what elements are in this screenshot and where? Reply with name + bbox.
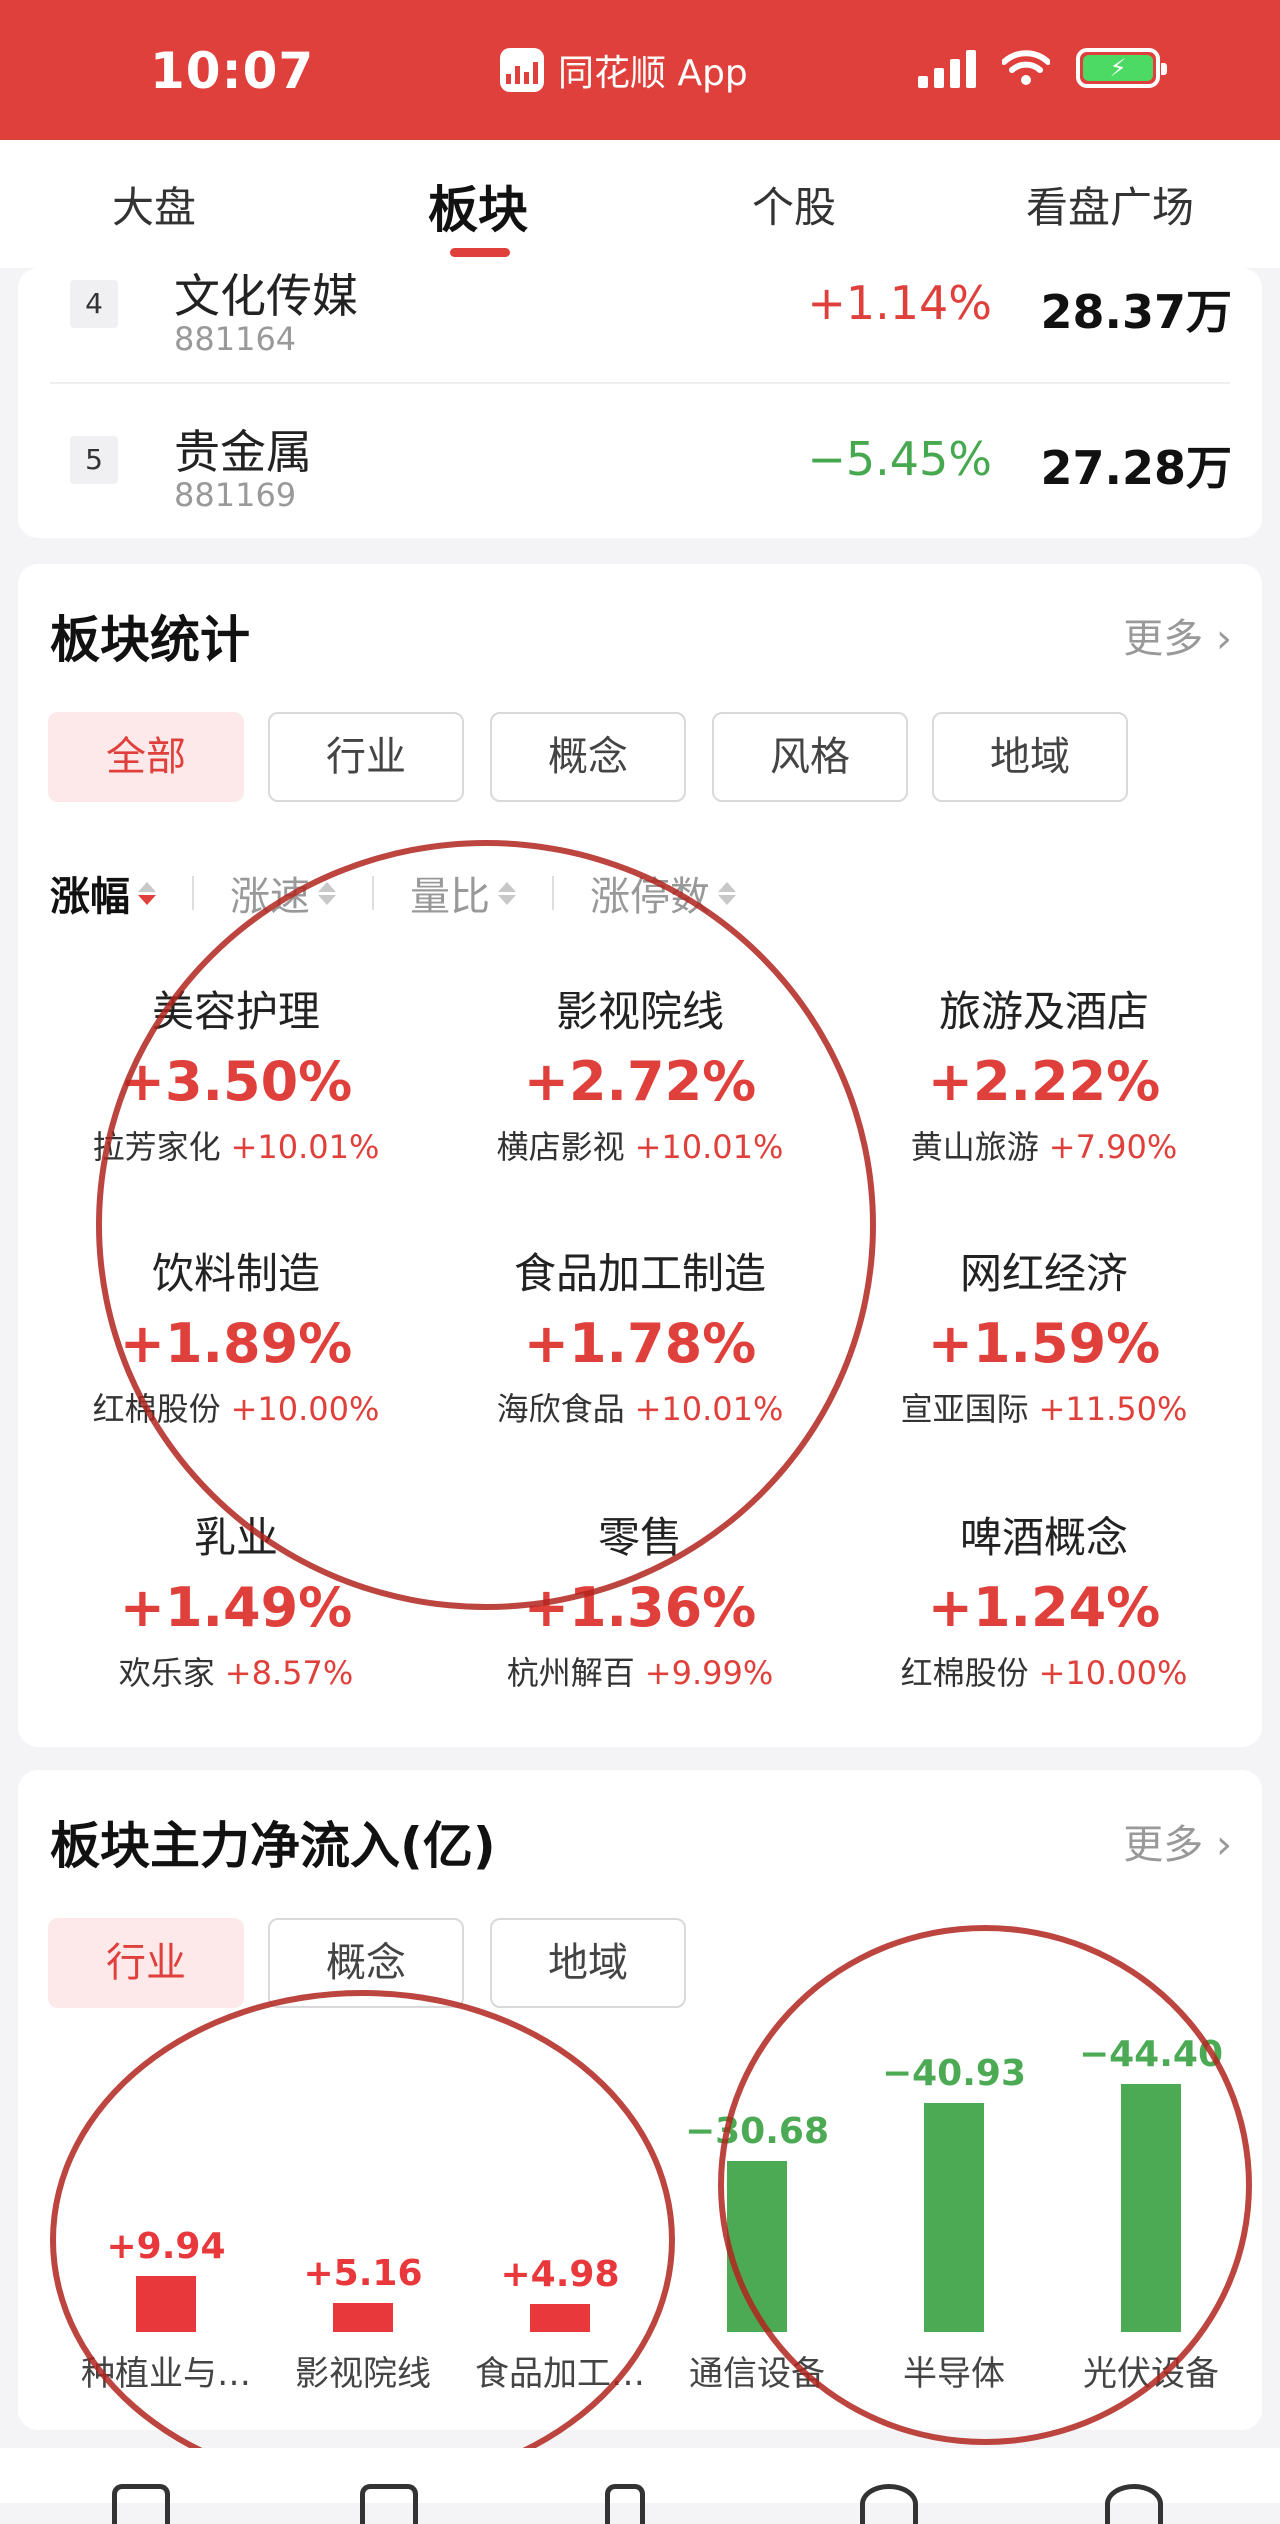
discover-icon[interactable] (860, 2484, 918, 2524)
trade-icon[interactable] (605, 2484, 645, 2524)
chevron-right-icon: › (1216, 616, 1232, 662)
annotation-circle (96, 840, 876, 1610)
filter-style[interactable]: 风格 (712, 712, 908, 802)
lead-stock: 黄山旅游 +7.90% (844, 1122, 1244, 1172)
lead-stock: 杭州解百 +9.99% (440, 1648, 840, 1698)
tab-market[interactable]: 大盘 (112, 174, 196, 235)
more-label: 更多 (1123, 616, 1204, 662)
sort-arrows-icon (138, 881, 156, 905)
lead-stock-name: 宣亚国际 (900, 1390, 1029, 1428)
row-divider (50, 382, 1230, 384)
lead-stock-name: 红棉股份 (900, 1654, 1029, 1692)
lead-stock-change: +10.00% (1038, 1654, 1188, 1692)
home-icon[interactable] (112, 2484, 170, 2524)
sector-stats-title: 板块统计 (50, 611, 250, 669)
sector-change: +1.14% (807, 276, 992, 330)
sector-stats-more-link[interactable]: 更多 › (1123, 606, 1232, 664)
sector-name: 啤酒概念 (959, 1513, 1128, 1562)
lead-stock-name: 杭州解百 (506, 1654, 635, 1692)
filter-concept[interactable]: 概念 (490, 712, 686, 802)
annotation-circle (50, 1990, 675, 2490)
ranking-row[interactable]: 5 贵金属 881169 −5.45% 27.28万 (18, 386, 1262, 542)
profile-icon[interactable] (1105, 2484, 1163, 2524)
tab-stocks[interactable]: 个股 (752, 174, 836, 235)
sector-change: −5.45% (807, 432, 992, 486)
sector-code: 881164 (174, 320, 297, 358)
sector-code: 881169 (174, 476, 297, 514)
wifi-icon (1002, 50, 1050, 85)
tab-discussion-square[interactable]: 看盘广场 (1026, 174, 1194, 235)
lead-stock-change: +11.50% (1038, 1390, 1188, 1428)
app-logo-icon (500, 48, 544, 92)
annotation-circle (718, 1925, 1252, 2445)
lead-stock-name: 黄山旅游 (910, 1128, 1039, 1166)
lead-stock: 宣亚国际 +11.50% (844, 1384, 1244, 1434)
sort-label: 涨幅 (50, 874, 130, 920)
status-indicators: ⚡ (918, 48, 1167, 88)
sector-amount: 28.37万 (1040, 285, 1232, 339)
lead-stock-change: +8.57% (224, 1654, 354, 1692)
sort-by-change[interactable]: 涨幅 (50, 864, 156, 922)
sector-amount: 27.28万 (1040, 441, 1232, 495)
sector-change: +1.24% (927, 1576, 1161, 1639)
sector-name: 贵金属 (174, 425, 312, 479)
filter-all[interactable]: 全部 (48, 712, 244, 802)
charging-battery-icon: ⚡ (1076, 48, 1167, 88)
lead-stock: 红棉股份 +10.00% (844, 1648, 1244, 1698)
sector-change: +2.22% (927, 1050, 1161, 1113)
sort-divider (192, 876, 194, 910)
sector-stat-cell[interactable]: 旅游及酒店 +2.22% 黄山旅游 +7.90% (844, 982, 1244, 1172)
sector-ranking-card: 4 文化传媒 881164 +1.14% 28.37万 5 贵金属 881169… (18, 268, 1262, 538)
filter-region[interactable]: 地域 (932, 712, 1128, 802)
lead-stock-change: +9.99% (644, 1654, 774, 1692)
lead-stock-name: 欢乐家 (118, 1654, 215, 1692)
sector-name: 旅游及酒店 (938, 987, 1149, 1036)
ranking-row[interactable]: 4 文化传媒 881164 +1.14% 28.37万 (18, 230, 1262, 386)
rank-number: 5 (70, 436, 118, 484)
lead-stock: 欢乐家 +8.57% (36, 1648, 436, 1698)
lead-stock-change: +7.90% (1048, 1128, 1178, 1166)
sector-change: +1.59% (927, 1312, 1161, 1375)
status-app-indicator[interactable]: 同花顺 App (500, 44, 748, 96)
sector-stat-cell[interactable]: 啤酒概念 +1.24% 红棉股份 +10.00% (844, 1508, 1244, 1698)
status-bar: 10:07 同花顺 App ⚡ (0, 0, 1280, 140)
sector-name: 网红经济 (959, 1249, 1128, 1298)
sector-name: 文化传媒 (174, 269, 358, 323)
sector-stat-cell[interactable]: 网红经济 +1.59% 宣亚国际 +11.50% (844, 1244, 1244, 1434)
cellular-signal-icon (918, 48, 976, 88)
rank-number: 4 (70, 280, 118, 328)
sort-arrows-icon (718, 881, 736, 905)
status-app-name: 同花顺 App (558, 53, 748, 94)
bottom-nav-bar (0, 2448, 1280, 2524)
status-time: 10:07 (150, 42, 315, 100)
watchlist-icon[interactable] (360, 2484, 418, 2524)
filter-industry[interactable]: 行业 (268, 712, 464, 802)
